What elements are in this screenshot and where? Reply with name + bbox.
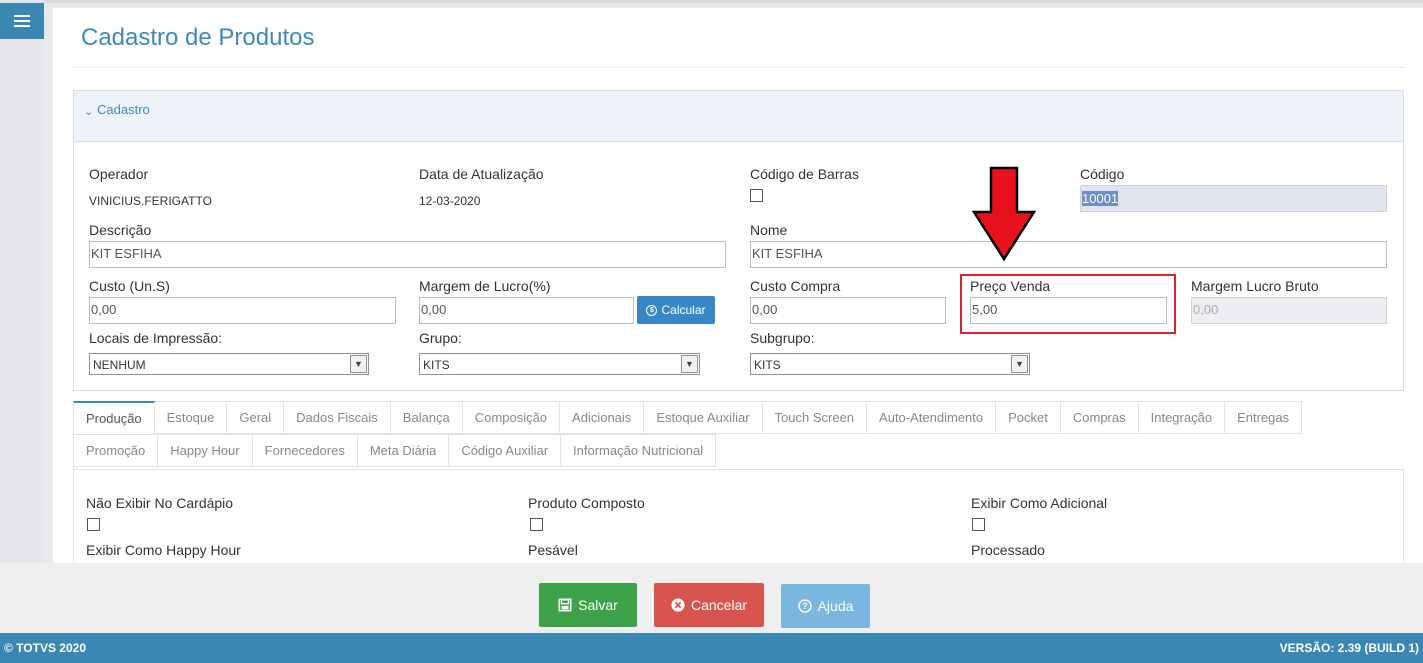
tab-auto-atendimento[interactable]: Auto-Atendimento — [867, 401, 997, 434]
margem-lucro-bruto-field: 0,00 — [1191, 297, 1387, 324]
calcular-label: Calcular — [661, 303, 706, 317]
codigo-barras-label: Código de Barras — [750, 166, 859, 182]
nao-exibir-cardapio-label: Não Exibir No Cardápio — [86, 495, 234, 511]
operador-value: VINICIUS.FERIGATTO — [89, 194, 212, 208]
tab-geral[interactable]: Geral — [227, 401, 285, 434]
custo-compra-field[interactable]: 0,00 — [750, 297, 946, 324]
chevron-down-icon: ▼ — [681, 355, 698, 373]
cancel-button[interactable]: Cancelar — [654, 583, 764, 627]
codigo-value: 10001 — [1082, 191, 1119, 206]
subgrupo-label: Subgrupo: — [750, 330, 815, 346]
produto-composto-label: Produto Composto — [528, 495, 645, 511]
help-button[interactable]: ? Ajuda — [781, 584, 870, 628]
custo-compra-label: Custo Compra — [750, 278, 841, 294]
cancel-label: Cancelar — [690, 597, 748, 613]
annotation-arrow-icon — [971, 166, 1037, 262]
tab-informacao-nutricional[interactable]: Informação Nutricional — [561, 434, 717, 467]
dollar-icon: $ — [646, 304, 658, 316]
locais-impressao-value: NENHUM — [93, 358, 146, 372]
floppy-disk-icon — [558, 598, 572, 612]
descricao-label: Descrição — [89, 222, 152, 238]
tab-balanca[interactable]: Balança — [390, 401, 463, 434]
tab-meta-diaria[interactable]: Meta Diária — [357, 434, 450, 467]
tab-estoque-auxiliar[interactable]: Estoque Auxiliar — [644, 401, 763, 434]
calcular-button[interactable]: $ Calcular — [637, 296, 715, 324]
exibir-adicional-label: Exibir Como Adicional — [971, 495, 1108, 511]
tab-codigo-auxiliar[interactable]: Código Auxiliar — [449, 434, 562, 467]
codigo-label: Código — [1080, 166, 1125, 182]
tab-row-1: Produção Estoque Geral Dados Fiscais Bal… — [73, 401, 1405, 434]
main-content: Cadastro de Produtos ⌄ Cadastro Operador… — [53, 8, 1423, 564]
hamburger-icon — [14, 15, 30, 27]
page-title: Cadastro de Produtos — [81, 24, 315, 51]
tab-composicao[interactable]: Composição — [462, 401, 561, 434]
copyright-text: © TOTVS 2020 — [4, 641, 86, 655]
tab-adicionais[interactable]: Adicionais — [560, 401, 645, 434]
sidebar — [0, 0, 44, 633]
nome-field[interactable]: KIT ESFIHA — [750, 241, 1387, 268]
close-circle-icon — [671, 598, 685, 612]
processado-label: Processado — [971, 542, 1045, 558]
status-bar: © TOTVS 2020 VERSÃO: 2.39 (BUILD 1) — [0, 633, 1423, 663]
subgrupo-value: KITS — [754, 358, 781, 372]
tab-integracao[interactable]: Integração — [1138, 401, 1226, 434]
margem-lucro-bruto-label: Margem Lucro Bruto — [1191, 278, 1319, 294]
grupo-select[interactable]: KITS ▼ — [419, 353, 700, 375]
tab-entregas[interactable]: Entregas — [1225, 401, 1303, 434]
chevron-down-icon: ⌄ — [84, 106, 94, 118]
operador-label: Operador — [89, 166, 149, 182]
tab-row-2: Promoção Happy Hour Fornecedores Meta Di… — [73, 434, 1405, 467]
product-tabs: Produção Estoque Geral Dados Fiscais Bal… — [73, 401, 1405, 467]
locais-impressao-select[interactable]: NENHUM ▼ — [89, 353, 369, 375]
custo-un-label: Custo (Un.S) — [89, 278, 170, 294]
exibir-happy-hour-label: Exibir Como Happy Hour — [86, 542, 241, 558]
chevron-down-icon: ▼ — [350, 355, 367, 373]
svg-text:?: ? — [802, 601, 807, 611]
data-atualizacao-value: 12-03-2020 — [419, 194, 481, 208]
help-circle-icon: ? — [797, 599, 812, 613]
save-button[interactable]: Salvar — [539, 583, 637, 627]
version-text: VERSÃO: 2.39 (BUILD 1) — [1279, 641, 1419, 655]
tab-content-producao — [73, 469, 1404, 564]
save-label: Salvar — [578, 597, 618, 613]
menu-toggle-button[interactable] — [0, 3, 44, 39]
grupo-label: Grupo: — [419, 330, 462, 346]
title-divider — [73, 67, 1405, 68]
tab-happy-hour[interactable]: Happy Hour — [158, 434, 253, 467]
data-atualizacao-label: Data de Atualização — [419, 166, 544, 182]
cadastro-panel-header[interactable]: ⌄ Cadastro — [74, 91, 1403, 142]
codigo-barras-checkbox[interactable] — [750, 189, 763, 202]
top-border — [0, 0, 1423, 3]
nome-label: Nome — [750, 222, 788, 238]
nao-exibir-cardapio-checkbox[interactable] — [87, 518, 100, 531]
margem-lucro-label: Margem de Lucro(%) — [419, 278, 551, 294]
exibir-adicional-checkbox[interactable] — [972, 518, 985, 531]
chevron-down-icon: ▼ — [1011, 355, 1028, 373]
subgrupo-select[interactable]: KITS ▼ — [750, 353, 1030, 375]
produto-composto-checkbox[interactable] — [530, 518, 543, 531]
panel-title: Cadastro — [97, 102, 150, 117]
tab-dados-fiscais[interactable]: Dados Fiscais — [284, 401, 391, 434]
custo-un-field[interactable]: 0,00 — [89, 297, 396, 324]
tab-compras[interactable]: Compras — [1060, 401, 1139, 434]
tab-estoque[interactable]: Estoque — [154, 401, 228, 434]
tab-pocket[interactable]: Pocket — [996, 401, 1061, 434]
pesavel-label: Pesável — [528, 542, 578, 558]
margem-lucro-field[interactable]: 0,00 — [419, 297, 634, 324]
tab-fornecedores[interactable]: Fornecedores — [252, 434, 358, 467]
help-label: Ajuda — [817, 598, 854, 614]
preco-venda-highlight — [960, 274, 1176, 334]
tab-touch-screen[interactable]: Touch Screen — [762, 401, 868, 434]
codigo-field[interactable]: 10001 — [1080, 185, 1387, 212]
tab-producao[interactable]: Produção — [73, 401, 155, 434]
grupo-value: KITS — [423, 358, 450, 372]
tab-promocao[interactable]: Promoção — [73, 434, 159, 467]
locais-impressao-label: Locais de Impressão: — [89, 330, 223, 346]
descricao-field[interactable]: KIT ESFIHA — [89, 241, 726, 268]
